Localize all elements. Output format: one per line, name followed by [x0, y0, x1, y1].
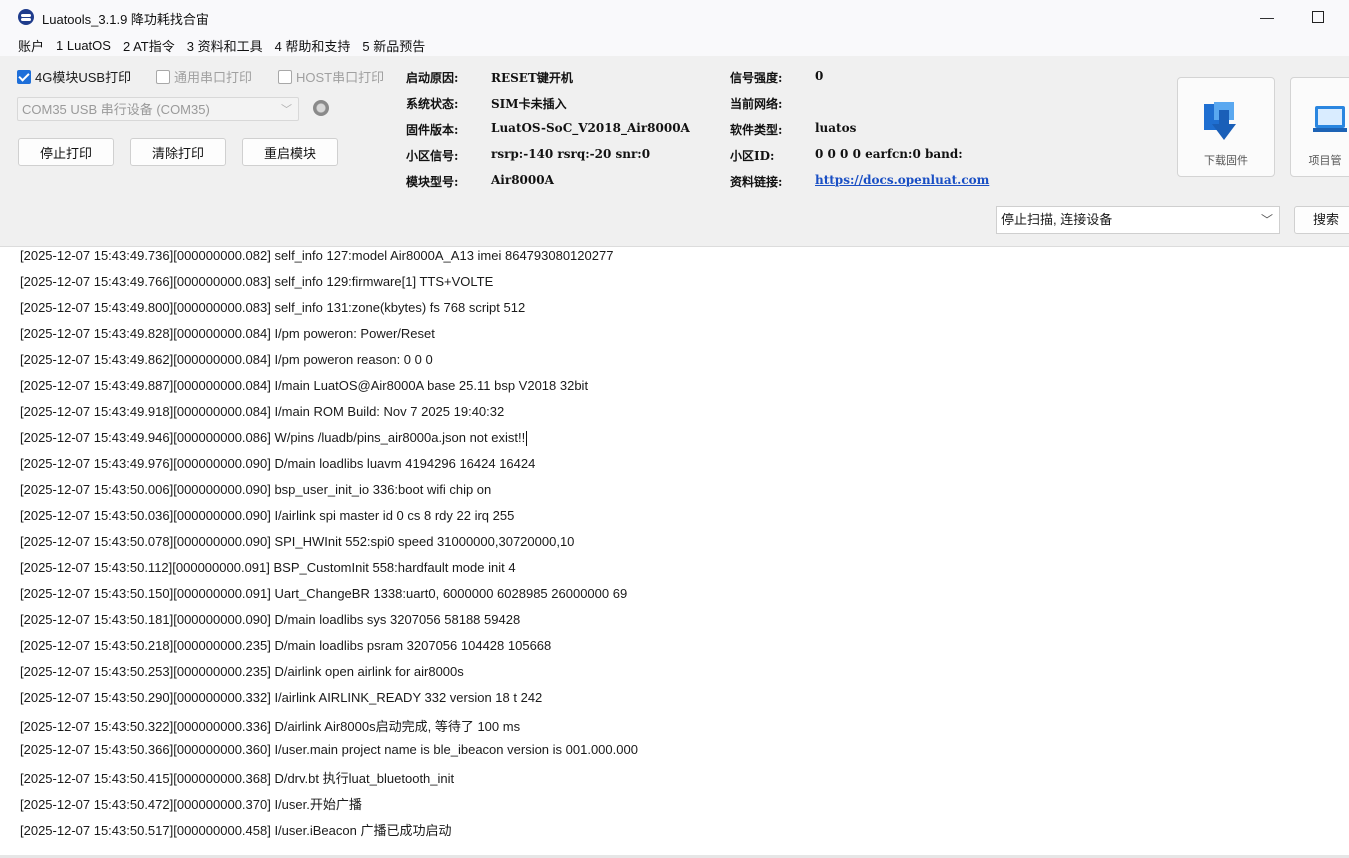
menu-at-commands[interactable]: 2 AT指令	[117, 36, 181, 55]
log-line: [2025-12-07 15:43:50.253][000000000.235]…	[20, 664, 464, 679]
log-line-with-caret: [2025-12-07 15:43:49.946][000000000.086]…	[20, 430, 528, 447]
serial-print-label: 通用串口打印	[174, 70, 253, 85]
current-network-label: 当前网络:	[730, 97, 783, 111]
log-line: [2025-12-07 15:43:50.150][000000000.091]…	[20, 586, 628, 601]
port-select[interactable]: COM35 USB 串行设备 (COM35) ﹀	[17, 97, 299, 121]
project-manage-label: 项目管	[1308, 155, 1342, 167]
log-line: [2025-12-07 15:43:49.736][000000000.082]…	[20, 248, 614, 263]
control-panel: 4G模块USB打印 通用串口打印 HOST串口打印 COM35 USB 串行设备…	[0, 56, 1349, 246]
project-manage-icon	[1313, 106, 1347, 132]
menu-help-support[interactable]: 4 帮助和支持	[269, 36, 357, 55]
log-line: [2025-12-07 15:43:50.366][000000000.360]…	[20, 742, 638, 757]
log-line: [2025-12-07 15:43:49.800][000000000.083]…	[20, 300, 526, 315]
minimize-button[interactable]: —	[1244, 0, 1290, 34]
log-line: [2025-12-07 15:43:50.322][000000000.336]…	[20, 719, 521, 734]
log-line: [2025-12-07 15:43:49.766][000000000.083]…	[20, 274, 494, 289]
cell-signal-value: rsrp:-140 rsrq:-20 snr:0	[491, 147, 651, 161]
cell-id-value: 0 0 0 0 earfcn:0 band:	[815, 147, 963, 161]
system-state-label: 系统状态:	[406, 97, 459, 111]
log-line: [2025-12-07 15:43:50.415][000000000.368]…	[20, 771, 455, 786]
signal-strength-value: 0	[815, 69, 824, 83]
log-output[interactable]: [2025-12-07 15:43:49.736][000000000.082]…	[0, 246, 1349, 858]
download-firmware-icon	[1204, 102, 1236, 140]
cell-signal-label: 小区信号:	[406, 149, 459, 163]
software-type-value: luatos	[815, 121, 857, 135]
project-manage-button[interactable]: 项目管	[1290, 77, 1349, 177]
restart-module-button[interactable]: 重启模块	[242, 138, 338, 166]
host-print-label: HOST串口打印	[296, 70, 385, 85]
boot-reason-label: 启动原因:	[406, 71, 459, 85]
firmware-value: LuatOS-SoC_V2018_Air8000A	[491, 121, 690, 135]
checkbox-unchecked-icon	[156, 69, 170, 84]
log-line: [2025-12-07 15:43:50.112][000000000.091]…	[20, 560, 516, 575]
menu-resources-tools[interactable]: 3 资料和工具	[181, 36, 269, 55]
checkbox-checked-icon	[17, 69, 31, 84]
download-firmware-button[interactable]: 下载固件	[1177, 77, 1275, 177]
menu-new-products[interactable]: 5 新品预告	[356, 36, 431, 55]
host-print-checkbox[interactable]: HOST串口打印	[278, 67, 384, 86]
scan-mode-select[interactable]: 停止扫描, 连接设备 ﹀	[996, 206, 1280, 234]
log-line: [2025-12-07 15:43:50.290][000000000.332]…	[20, 690, 543, 705]
download-firmware-label: 下载固件	[1204, 155, 1248, 167]
menu-bar: 账户 1 LuatOS 2 AT指令 3 资料和工具 4 帮助和支持 5 新品预…	[0, 34, 1349, 56]
cell-id-label: 小区ID:	[730, 149, 775, 163]
docs-link-label: 资料链接:	[730, 175, 783, 189]
refresh-port-icon[interactable]	[313, 100, 329, 116]
app-window: Luatools_3.1.9 降功耗找合宙 — 账户 1 LuatOS 2 AT…	[0, 0, 1349, 858]
firmware-label: 固件版本:	[406, 123, 459, 137]
log-line: [2025-12-07 15:43:50.006][000000000.090]…	[20, 482, 492, 497]
signal-strength-label: 信号强度:	[730, 71, 783, 85]
log-line: [2025-12-07 15:43:50.078][000000000.090]…	[20, 534, 575, 549]
luatools-logo-icon	[18, 9, 34, 25]
maximize-button[interactable]	[1295, 0, 1341, 34]
stop-print-button[interactable]: 停止打印	[18, 138, 114, 166]
clear-print-button[interactable]: 清除打印	[130, 138, 226, 166]
log-line: [2025-12-07 15:43:49.976][000000000.090]…	[20, 456, 536, 471]
maximize-icon	[1312, 11, 1324, 23]
checkbox-unchecked-icon	[278, 69, 292, 84]
text-caret	[526, 431, 528, 447]
log-line: [2025-12-07 15:43:49.862][000000000.084]…	[20, 352, 433, 367]
usb-print-checkbox[interactable]: 4G模块USB打印	[17, 67, 131, 86]
chevron-down-icon: ﹀	[281, 104, 292, 116]
title-bar: Luatools_3.1.9 降功耗找合宙 —	[0, 0, 1349, 34]
port-select-value: COM35 USB 串行设备 (COM35)	[22, 102, 210, 117]
module-model-value: Air8000A	[491, 173, 554, 187]
log-line: [2025-12-07 15:43:49.887][000000000.084]…	[20, 378, 589, 393]
log-line: [2025-12-07 15:43:50.181][000000000.090]…	[20, 612, 521, 627]
docs-link[interactable]: https://docs.openluat.com	[815, 173, 989, 187]
serial-print-checkbox[interactable]: 通用串口打印	[156, 67, 252, 86]
log-line-text: [2025-12-07 15:43:49.946][000000000.086]…	[20, 430, 526, 445]
module-model-label: 模块型号:	[406, 175, 459, 189]
boot-reason-value: RESET键开机	[491, 71, 573, 85]
menu-account[interactable]: 账户	[0, 36, 50, 55]
usb-print-label: 4G模块USB打印	[35, 70, 132, 85]
chevron-down-icon: ﹀	[1260, 213, 1273, 227]
log-line: [2025-12-07 15:43:50.036][000000000.090]…	[20, 508, 515, 523]
log-line: [2025-12-07 15:43:49.918][000000000.084]…	[20, 404, 505, 419]
log-line: [2025-12-07 15:43:49.828][000000000.084]…	[20, 326, 435, 341]
software-type-label: 软件类型:	[730, 123, 783, 137]
log-line: [2025-12-07 15:43:50.472][000000000.370]…	[20, 797, 362, 812]
system-state-value: SIM卡未插入	[491, 97, 567, 111]
window-title: Luatools_3.1.9 降功耗找合宙	[42, 12, 209, 27]
log-line: [2025-12-07 15:43:50.218][000000000.235]…	[20, 638, 552, 653]
scan-mode-value: 停止扫描, 连接设备	[1001, 212, 1113, 227]
search-button[interactable]: 搜索	[1294, 206, 1349, 234]
menu-luatos[interactable]: 1 LuatOS	[50, 38, 117, 53]
log-line: [2025-12-07 15:43:50.517][000000000.458]…	[20, 823, 452, 838]
